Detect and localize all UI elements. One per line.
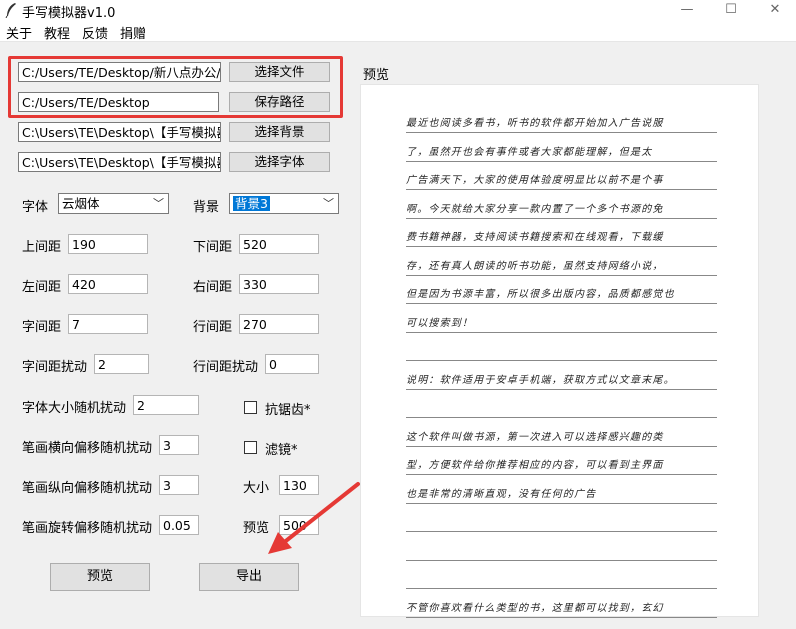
char-spacing-input[interactable]: 7: [68, 314, 148, 334]
window-title: 手写模拟器v1.0: [22, 6, 116, 21]
line-spacing-jitter-input[interactable]: 0: [265, 354, 319, 374]
preview-rule-line: [406, 531, 717, 532]
background-path-input[interactable]: C:\Users\TE\Desktop\【手写模拟器: [18, 122, 221, 142]
right-margin-label: 右间距: [193, 280, 233, 295]
preview-text-line: 这个软件叫做书源，第一次进入可以选择感兴趣的类: [406, 431, 664, 443]
line-spacing-jitter-label: 行间距扰动: [193, 360, 259, 375]
font-select[interactable]: 云烟体 ﹀: [58, 193, 169, 214]
red-highlight-box: [8, 56, 343, 118]
preview-rule-line: [406, 217, 717, 219]
font-select-value: 云烟体: [62, 196, 100, 211]
font-size-jitter-label: 字体大小随机扰动: [22, 401, 127, 416]
preview-rule-line: [406, 274, 717, 276]
select-font-button[interactable]: 选择字体: [229, 152, 330, 172]
char-spacing-label: 字间距: [22, 320, 62, 335]
preview-text-line: 了，虽然开也会有事件或者大家都能理解，但是太: [406, 146, 653, 158]
preview-button[interactable]: 预览: [50, 563, 150, 591]
background-label: 背景: [193, 200, 220, 215]
select-background-button[interactable]: 选择背景: [229, 122, 330, 142]
export-button[interactable]: 导出: [199, 563, 299, 591]
line-spacing-input[interactable]: 270: [239, 314, 319, 334]
preview-text-line: 存，还有真人朗读的听书功能，虽然支持网络小说，: [406, 260, 664, 272]
red-arrow-annotation: [268, 482, 360, 554]
line-spacing-label: 行间距: [193, 320, 233, 335]
preview-text-line: 啊。今天就给大家分享一款内置了一个多个书源的免: [406, 203, 664, 215]
left-margin-label: 左间距: [22, 280, 62, 295]
preview-rule-line: [406, 474, 717, 475]
preview-rule-line: [406, 559, 717, 561]
menu-bar: 关于 教程 反馈 捐赠: [0, 20, 796, 42]
font-path-input[interactable]: C:\Users\TE\Desktop\【手写模拟器: [18, 152, 221, 172]
bottom-margin-label: 下间距: [193, 240, 233, 255]
preview-text-line: 不管你喜欢看什么类型的书，这里都可以找到，玄幻: [406, 602, 664, 614]
preview-rule-line: [406, 303, 717, 304]
preview-text-line: 说明：软件适用于安卓手机端，获取方式以文章末尾。: [406, 374, 675, 386]
stroke-rot-jitter-label: 笔画旋转偏移随机扰动: [22, 521, 153, 536]
menu-tutorial[interactable]: 教程: [44, 23, 70, 42]
char-spacing-jitter-input[interactable]: 2: [94, 354, 149, 374]
title-bar: 手写模拟器v1.0 — ☐ ✕: [0, 0, 796, 21]
preview-rule-line: [406, 588, 717, 589]
char-spacing-jitter-label: 字间距扰动: [22, 360, 88, 375]
menu-feedback[interactable]: 反馈: [82, 23, 108, 42]
menu-about[interactable]: 关于: [6, 23, 32, 42]
close-icon[interactable]: ✕: [760, 1, 790, 19]
preview-rule-line: [406, 331, 717, 333]
font-size-jitter-input[interactable]: 2: [133, 395, 199, 415]
filter-checkbox[interactable]: [244, 441, 257, 454]
maximize-icon[interactable]: ☐: [716, 1, 746, 19]
antialias-label: 抗锯齿*: [265, 403, 311, 418]
background-select[interactable]: 背景3 ﹀: [229, 193, 339, 214]
top-margin-label: 上间距: [22, 240, 62, 255]
preview-rule-line: [406, 189, 717, 190]
filter-label: 滤镜*: [265, 443, 298, 458]
preview-rule-line: [406, 160, 717, 162]
stroke-v-jitter-label: 笔画纵向偏移随机扰动: [22, 481, 153, 496]
preview-rule-line: [406, 417, 717, 418]
stroke-v-jitter-input[interactable]: 3: [159, 475, 199, 495]
preview-rule-line: [406, 388, 717, 390]
left-margin-input[interactable]: 420: [68, 274, 148, 294]
stroke-rot-jitter-input[interactable]: 0.05: [159, 515, 199, 535]
stroke-h-jitter-input[interactable]: 3: [159, 435, 199, 455]
right-margin-input[interactable]: 330: [239, 274, 319, 294]
preview-rule-line: [406, 616, 717, 618]
chevron-down-icon: ﹀: [323, 197, 334, 210]
preview-text-line: 也是非常的清晰直观，没有任何的广告: [406, 488, 597, 500]
preview-text-line: 可以搜索到！: [406, 317, 474, 329]
chevron-down-icon: ﹀: [153, 197, 164, 210]
preview-text-line: 费书籍神器，支持阅读书籍搜索和在线观看，下载缓: [406, 232, 664, 243]
font-label: 字体: [22, 200, 49, 215]
preview-rule-line: [406, 445, 717, 447]
background-select-value: 背景3: [233, 196, 270, 211]
top-margin-input[interactable]: 190: [68, 234, 148, 254]
preview-rule-line: [406, 246, 717, 247]
bottom-margin-input[interactable]: 520: [239, 234, 319, 254]
feather-icon: [5, 3, 16, 18]
preview-panel-label: 预览: [363, 68, 390, 83]
preview-rule-line: [406, 360, 717, 361]
preview-text-line: 但是因为书源丰富，所以很多出版内容，品质都感觉也: [406, 289, 675, 300]
preview-rule-line: [406, 132, 717, 133]
stroke-h-jitter-label: 笔画横向偏移随机扰动: [22, 441, 153, 456]
preview-text-line: 型，方便软件给你推荐相应的内容，可以看到主界面: [406, 460, 664, 471]
menu-donate[interactable]: 捐赠: [120, 23, 146, 42]
preview-text-line: 最近也阅读多看书，听书的软件都开始加入广告说服: [406, 118, 664, 129]
preview-canvas: 最近也阅读多看书，听书的软件都开始加入广告说服 了，虽然开也会有事件或者大家都能理…: [360, 84, 759, 618]
minimize-icon[interactable]: —: [672, 1, 702, 19]
preview-rule-line: [406, 502, 717, 504]
antialias-checkbox[interactable]: [244, 401, 257, 414]
preview-text-line: 广告满天下，大家的使用体验度明显比以前不是个事: [406, 175, 664, 186]
